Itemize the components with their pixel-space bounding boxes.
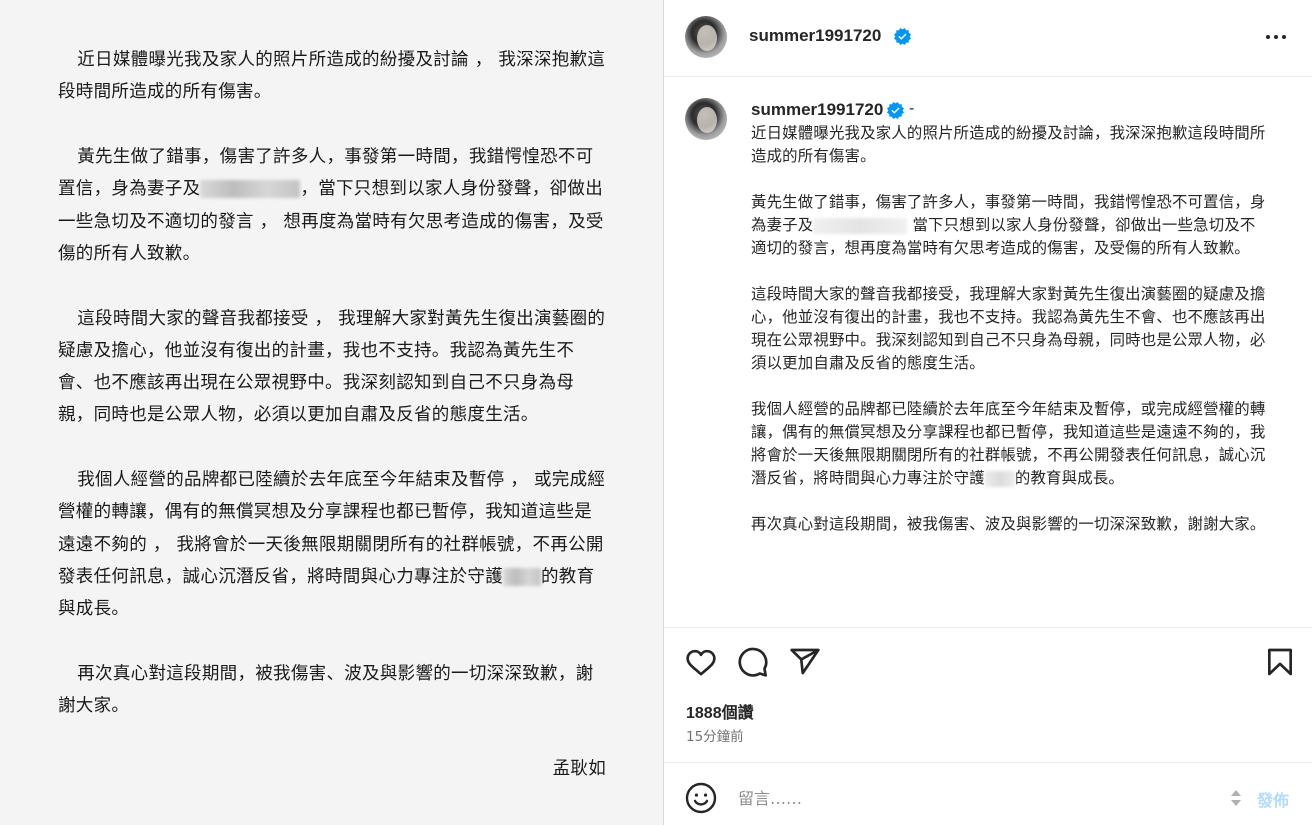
post-image[interactable]: 近日媒體曝光我及家人的照片所造成的紛擾及討論 ， 我深深抱歉這段時間所造成的所有… <box>0 0 663 825</box>
caption-paragraph-4-part-2: 的教育與成長。 <box>1014 469 1125 487</box>
avatar[interactable] <box>685 16 727 58</box>
blurred-name <box>984 470 1015 487</box>
caption-username[interactable]: summer1991720 <box>751 100 883 120</box>
more-horizontal-icon[interactable] <box>1264 27 1288 47</box>
letter-paragraph-3: 這段時間大家的聲音我都接受 ， 我理解大家對黃先生復出演藝圈的疑慮及擔心，他並沒… <box>58 308 606 426</box>
blurred-name <box>813 217 908 234</box>
blurred-name <box>503 568 541 587</box>
verified-badge-icon <box>894 28 911 45</box>
comment-bar: 發佈 <box>664 762 1312 825</box>
post-comment-button[interactable]: 發佈 <box>1257 787 1289 811</box>
comment-bubble-icon[interactable] <box>737 646 769 678</box>
caption-separator: - <box>909 100 915 117</box>
header-username[interactable]: summer1991720 <box>749 26 881 46</box>
post-timestamp[interactable]: 15分鐘前 <box>686 725 744 745</box>
paper-plane-icon[interactable] <box>789 646 821 678</box>
heart-icon[interactable] <box>685 646 717 678</box>
post-details-panel: summer1991720 summer1991720 - 近日媒體曝光我及家人… <box>663 0 1312 825</box>
verified-badge-icon <box>887 102 904 119</box>
letter-paragraph-2: 黃先生做了錯事，傷害了許多人，事發第一時間，我錯愕惶恐不可置信，身為妻子及 ，當下… <box>58 141 606 270</box>
caption-paragraph-1: 近日媒體曝光我及家人的照片所造成的紛擾及討論，我深深抱歉這段時間所造成的所有傷害… <box>751 124 1266 165</box>
letter-paragraph-4: 我個人經營的品牌都已陸續於去年底至今年結束及暫停 ， 或完成經營權的轉讓，偶有的… <box>58 464 606 625</box>
caption-section: summer1991720 - 近日媒體曝光我及家人的照片所造成的紛擾及討論，我… <box>664 78 1312 628</box>
resize-arrows-icon[interactable] <box>1229 788 1243 808</box>
smiley-icon[interactable] <box>685 782 717 814</box>
blurred-name <box>200 180 301 199</box>
caption-text: 近日媒體曝光我及家人的照片所造成的紛擾及討論，我深深抱歉這段時間所造成的所有傷害… <box>751 122 1266 559</box>
bookmark-icon[interactable] <box>1264 646 1296 678</box>
caption-avatar[interactable] <box>685 98 727 140</box>
caption-paragraph-5: 再次真心對這段期間，被我傷害、波及與影響的一切深深致歉，謝謝大家。 <box>751 515 1266 533</box>
letter-paragraph-1: 近日媒體曝光我及家人的照片所造成的紛擾及討論 ， 我深深抱歉這段時間所造成的所有… <box>58 50 606 103</box>
caption-paragraph-4: 我個人經營的品牌都已陸續於去年底至今年結束及暫停，或完成經營權的轉讓，偶有的無償… <box>751 398 1266 490</box>
caption-paragraph-3: 這段時間大家的聲音我都接受，我理解大家對黃先生復出演藝圈的疑慮及擔心，他並沒有復… <box>751 285 1266 372</box>
like-count[interactable]: 1888個讚 <box>686 699 754 723</box>
letter-signature: 孟耿如 <box>552 759 606 779</box>
caption-paragraph-2: 黃先生做了錯事，傷害了許多人，事發第一時間，我錯愕惶恐不可置信，身為妻子及 當下… <box>751 191 1266 260</box>
letter-paragraph-5: 再次真心對這段期間，被我傷害、波及與影響的一切深深致歉，謝謝大家。 <box>58 664 594 717</box>
comment-input[interactable] <box>738 783 1198 813</box>
letter-text: 近日媒體曝光我及家人的照片所造成的紛擾及討論 ， 我深深抱歉這段時間所造成的所有… <box>58 44 606 785</box>
post-header: summer1991720 <box>664 0 1312 77</box>
action-bar <box>664 638 1312 684</box>
